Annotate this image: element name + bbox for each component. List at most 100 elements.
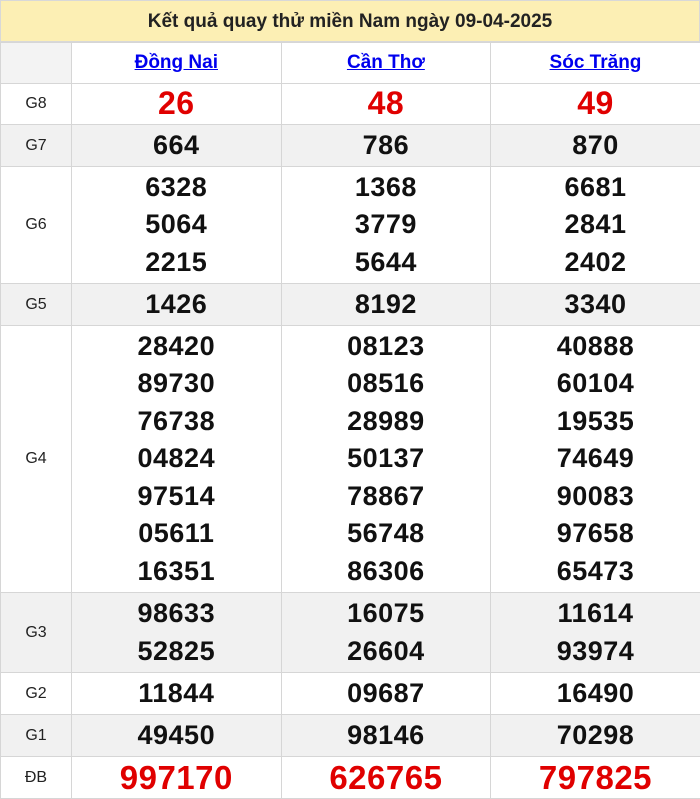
prize-number: 78867 (282, 478, 491, 516)
prize-label: G2 (1, 673, 72, 715)
prize-row: G3986335282516075266041161493974 (1, 593, 700, 673)
prize-cell: 786 (281, 125, 491, 167)
prize-number: 8192 (282, 286, 491, 324)
prize-row: G2118440968716490 (1, 673, 700, 715)
prize-number: 2841 (491, 206, 700, 244)
prize-cell: 664 (72, 125, 282, 167)
prize-number: 08516 (282, 365, 491, 403)
prize-number: 797825 (491, 759, 700, 797)
corner-cell (1, 43, 72, 84)
prize-row: ĐB997170626765797825 (1, 757, 700, 799)
prize-cell: 626765 (281, 757, 491, 799)
prize-number: 16351 (72, 553, 281, 591)
prize-row: G6632850642215136837795644668128412402 (1, 167, 700, 284)
prize-label: G3 (1, 593, 72, 673)
prize-cell: 136837795644 (281, 167, 491, 284)
prize-cell: 1161493974 (491, 593, 700, 673)
prize-number: 3340 (491, 286, 700, 324)
prize-number: 16490 (491, 675, 700, 713)
province-link-dong-nai[interactable]: Đồng Nai (135, 52, 218, 73)
prize-cell: 40888601041953574649900839765865473 (491, 326, 700, 593)
prize-cell: 09687 (281, 673, 491, 715)
prize-row: G428420897307673804824975140561116351081… (1, 326, 700, 593)
prize-number: 09687 (282, 675, 491, 713)
prize-cell: 870 (491, 125, 700, 167)
province-link-soc-trang[interactable]: Sóc Trăng (550, 52, 642, 73)
prize-number: 50137 (282, 440, 491, 478)
prize-number: 05611 (72, 515, 281, 553)
prize-number: 98146 (282, 717, 491, 755)
prize-number: 2402 (491, 244, 700, 282)
prize-cell: 16490 (491, 673, 700, 715)
prize-number: 49 (491, 85, 700, 123)
prize-number: 49450 (72, 717, 281, 755)
prize-number: 60104 (491, 365, 700, 403)
prize-number: 626765 (282, 759, 491, 797)
prize-number: 1368 (282, 169, 491, 207)
prize-number: 48 (282, 85, 491, 123)
prize-number: 04824 (72, 440, 281, 478)
prize-number: 56748 (282, 515, 491, 553)
prize-cell: 3340 (491, 284, 700, 326)
prize-cell: 48 (281, 84, 491, 125)
prize-number: 97658 (491, 515, 700, 553)
prize-number: 16075 (282, 595, 491, 633)
prize-number: 1426 (72, 286, 281, 324)
prize-row: G5142681923340 (1, 284, 700, 326)
prize-cell: 9863352825 (72, 593, 282, 673)
prize-label: ĐB (1, 757, 72, 799)
prize-number: 5644 (282, 244, 491, 282)
prize-label: G8 (1, 84, 72, 125)
prize-number: 2215 (72, 244, 281, 282)
prize-row: G8264849 (1, 84, 700, 125)
prize-number: 19535 (491, 403, 700, 441)
prize-cell: 26 (72, 84, 282, 125)
prize-cell: 1607526604 (281, 593, 491, 673)
prize-number: 90083 (491, 478, 700, 516)
prize-number: 11844 (72, 675, 281, 713)
prize-number: 74649 (491, 440, 700, 478)
prize-row: G1494509814670298 (1, 715, 700, 757)
prize-number: 40888 (491, 328, 700, 366)
results-table: Đồng Nai Cần Thơ Sóc Trăng G8264849G7664… (0, 42, 700, 799)
prize-label: G6 (1, 167, 72, 284)
prize-cell: 28420897307673804824975140561116351 (72, 326, 282, 593)
prize-number: 76738 (72, 403, 281, 441)
prize-cell: 632850642215 (72, 167, 282, 284)
prize-number: 26604 (282, 633, 491, 671)
prize-number: 08123 (282, 328, 491, 366)
prize-cell: 08123085162898950137788675674886306 (281, 326, 491, 593)
prize-number: 52825 (72, 633, 281, 671)
prize-number: 11614 (491, 595, 700, 633)
prize-cell: 98146 (281, 715, 491, 757)
prize-number: 6328 (72, 169, 281, 207)
prize-number: 786 (282, 127, 491, 165)
prize-number: 3779 (282, 206, 491, 244)
prize-number: 86306 (282, 553, 491, 591)
prize-number: 65473 (491, 553, 700, 591)
page-title: Kết quả quay thử miền Nam ngày 09-04-202… (0, 0, 700, 42)
province-cell: Cần Thơ (281, 43, 491, 84)
prize-number: 93974 (491, 633, 700, 671)
prize-number: 26 (72, 85, 281, 123)
prize-cell: 70298 (491, 715, 700, 757)
province-header-row: Đồng Nai Cần Thơ Sóc Trăng (1, 43, 700, 84)
prize-cell: 668128412402 (491, 167, 700, 284)
prize-label: G4 (1, 326, 72, 593)
prize-number: 28420 (72, 328, 281, 366)
province-link-can-tho[interactable]: Cần Thơ (347, 52, 425, 73)
prize-label: G1 (1, 715, 72, 757)
prize-number: 70298 (491, 717, 700, 755)
prize-cell: 49450 (72, 715, 282, 757)
prize-label: G7 (1, 125, 72, 167)
prize-cell: 11844 (72, 673, 282, 715)
prize-number: 997170 (72, 759, 281, 797)
prize-cell: 49 (491, 84, 700, 125)
prize-cell: 797825 (491, 757, 700, 799)
province-cell: Đồng Nai (72, 43, 282, 84)
prize-number: 28989 (282, 403, 491, 441)
prize-number: 89730 (72, 365, 281, 403)
prize-row: G7664786870 (1, 125, 700, 167)
prize-number: 870 (491, 127, 700, 165)
prize-number: 664 (72, 127, 281, 165)
